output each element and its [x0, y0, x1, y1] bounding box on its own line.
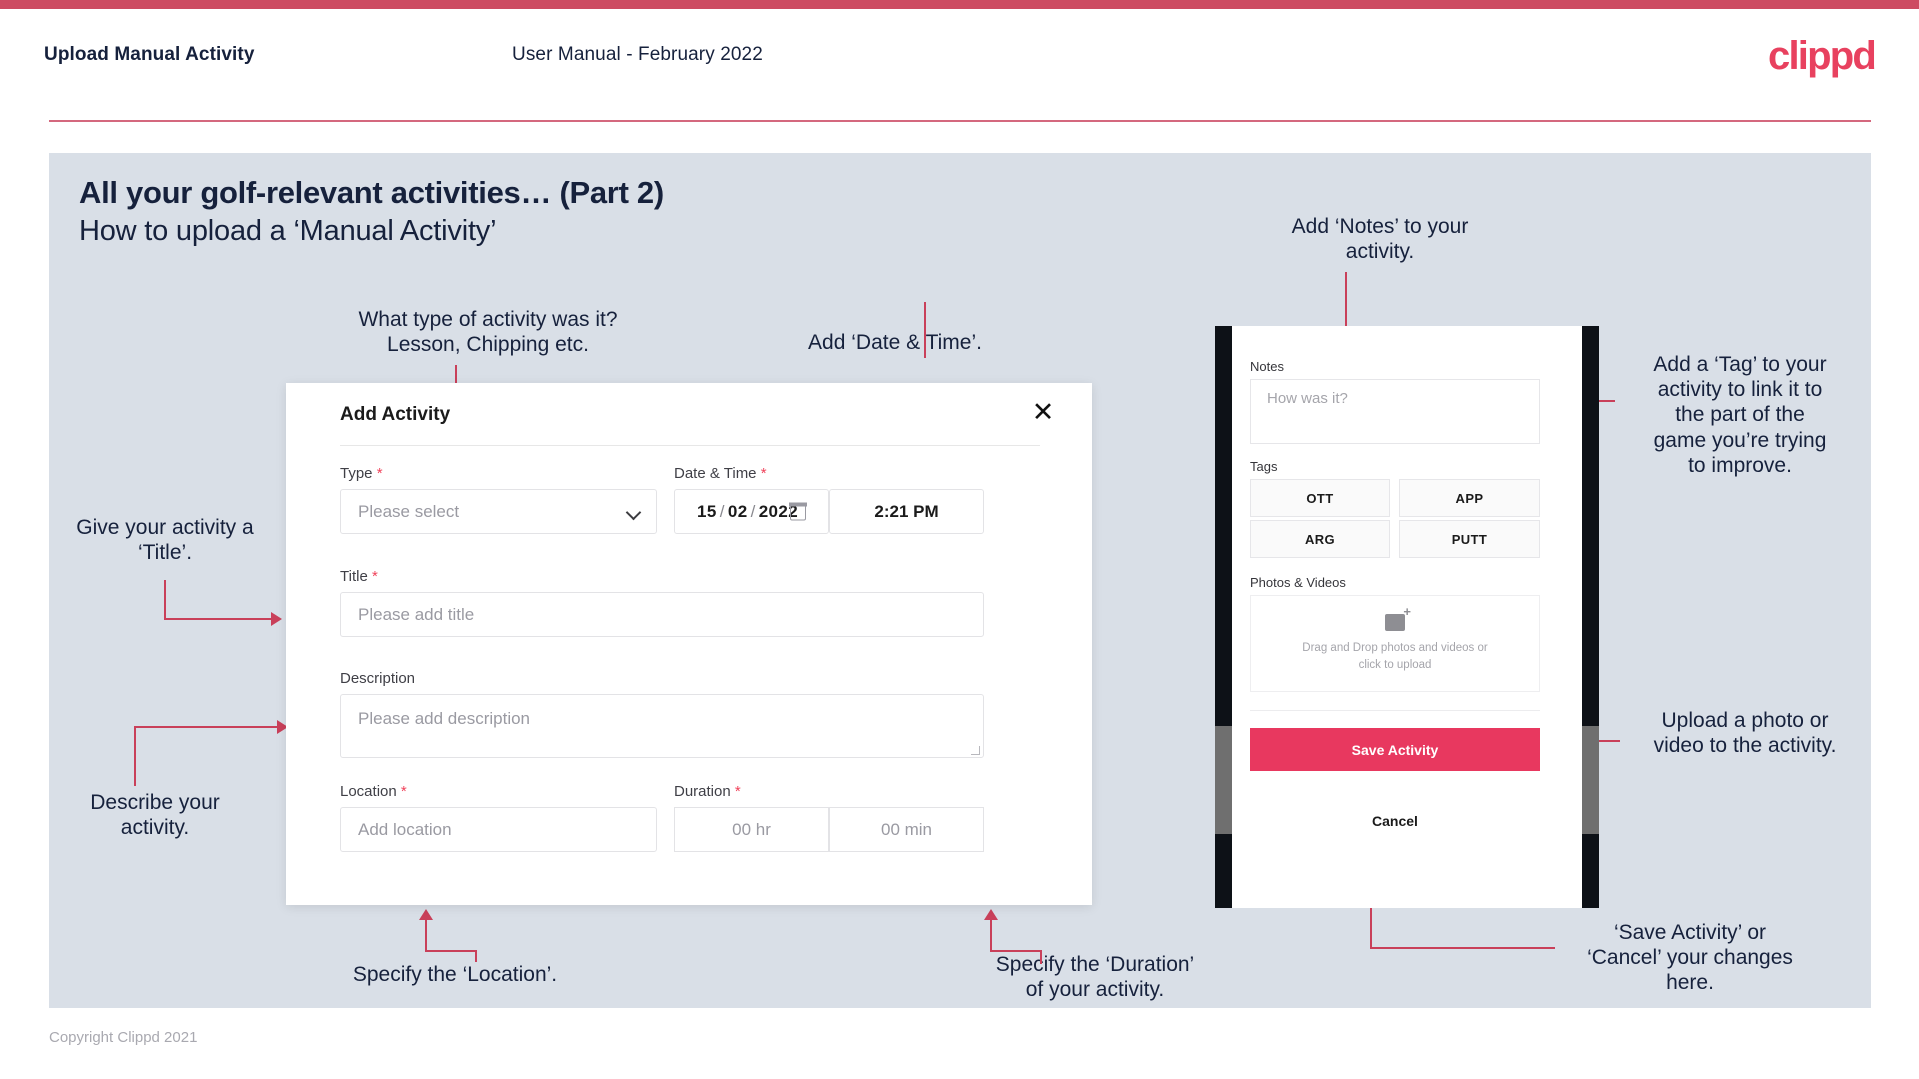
date-sep-1: / — [719, 501, 725, 521]
notes-placeholder: How was it? — [1267, 390, 1348, 407]
location-required-asterisk: * — [400, 783, 407, 800]
phone-right-grip — [1582, 726, 1599, 834]
description-textarea[interactable]: Please add description — [340, 694, 984, 758]
type-label-text: Type — [340, 465, 373, 482]
connector-loc-v2 — [475, 950, 477, 962]
connector-dt-stub — [924, 302, 926, 358]
header-subtitle: User Manual - February 2022 — [512, 44, 763, 65]
phone-mockup: Notes How was it? Tags OTT APP ARG PUTT … — [1215, 326, 1599, 908]
calendar-icon[interactable] — [789, 502, 807, 520]
annotation-notes: Add ‘Notes’ to your activity. — [1291, 215, 1469, 264]
description-label: Description — [340, 670, 416, 687]
annotation-tags: Add a ‘Tag’ to your activity to link it … — [1653, 353, 1827, 477]
dropzone-line-2: click to upload — [1358, 658, 1432, 671]
tag-arg[interactable]: ARG — [1250, 520, 1390, 558]
header-divider — [49, 120, 1871, 122]
photo-dropzone[interactable]: Drag and Drop photos and videos or click… — [1250, 595, 1540, 692]
phone-left-bezel — [1215, 326, 1232, 908]
location-input[interactable]: Add location — [340, 807, 657, 852]
page-title: Upload Manual Activity — [44, 44, 255, 65]
connector-title-h — [164, 618, 274, 620]
connector-loc-v — [425, 918, 427, 952]
annotation-save-cancel: ‘Save Activity’ or ‘Cancel’ your changes… — [1587, 921, 1793, 995]
top-accent-strip — [0, 0, 1919, 9]
connector-save-h — [1370, 947, 1555, 949]
type-required-asterisk: * — [376, 465, 383, 482]
chevron-down-icon — [628, 506, 640, 518]
phone-screen: Notes How was it? Tags OTT APP ARG PUTT … — [1232, 326, 1582, 908]
date-sep-2: / — [750, 501, 756, 521]
connector-loc-h — [425, 950, 477, 952]
connector-dur-v2 — [1040, 950, 1042, 964]
arrow-duration — [984, 909, 998, 920]
notes-label: Notes — [1250, 359, 1284, 374]
annotation-location: Specify the ‘Location’. — [352, 963, 558, 986]
connector-desc-h — [134, 726, 280, 728]
duration-minutes-input[interactable]: 00 min — [829, 807, 984, 852]
resize-handle-icon[interactable] — [971, 746, 980, 755]
phone-left-grip — [1215, 726, 1232, 834]
dropzone-line-1: Drag and Drop photos and videos or — [1302, 641, 1488, 654]
arrow-title — [271, 612, 282, 626]
annotation-datetime: Add ‘Date & Time’. — [808, 331, 982, 354]
title-input[interactable]: Please add title — [340, 592, 984, 637]
slide-page: Upload Manual Activity User Manual - Feb… — [0, 0, 1919, 1079]
title-required-asterisk: * — [371, 568, 378, 585]
connector-dur-h — [990, 950, 1042, 952]
cancel-button[interactable]: Cancel — [1250, 781, 1540, 861]
annotation-title: Give your activity a ‘Title’. — [76, 516, 254, 565]
location-label: Location * — [340, 783, 407, 800]
date-value: 15/02/2022 — [675, 502, 798, 522]
location-placeholder: Add location — [358, 819, 452, 839]
date-day: 15 — [697, 501, 717, 521]
annotation-description: Describe your activity. — [90, 791, 220, 840]
type-label: Type * — [340, 465, 383, 482]
slide-subtitle: How to upload a ‘Manual Activity’ — [79, 215, 497, 247]
duration-hours-input[interactable]: 00 hr — [674, 807, 829, 852]
connector-desc-v — [134, 726, 136, 786]
slide-title: All your golf-relevant activities… (Part… — [79, 175, 664, 210]
date-month: 02 — [727, 501, 748, 521]
datetime-label-text: Date & Time — [674, 465, 757, 482]
tag-putt[interactable]: PUTT — [1399, 520, 1540, 558]
dialog-header: Add Activity ✕ — [286, 383, 1092, 445]
annotation-upload: Upload a photo or video to the activity. — [1653, 709, 1837, 758]
date-input[interactable]: 15/02/2022 — [674, 489, 829, 534]
tag-ott[interactable]: OTT — [1250, 479, 1390, 517]
dialog-divider — [340, 445, 1040, 446]
photos-label: Photos & Videos — [1250, 575, 1346, 590]
time-input[interactable]: 2:21 PM — [829, 489, 984, 534]
description-placeholder: Please add description — [358, 709, 531, 728]
notes-textarea[interactable] — [1250, 379, 1540, 444]
clippd-logo: clippd — [1768, 34, 1877, 78]
annotation-duration: Specify the ‘Duration’ of your activity. — [995, 953, 1195, 1002]
footer-copyright: Copyright Clippd 2021 — [49, 1029, 198, 1046]
annotation-type: What type of activity was it? Lesson, Ch… — [358, 308, 618, 357]
duration-label: Duration * — [674, 783, 741, 800]
type-select[interactable]: Please select — [340, 489, 657, 534]
phone-divider — [1250, 710, 1540, 711]
title-label: Title * — [340, 568, 378, 585]
add-activity-dialog: Add Activity ✕ Type * Please select Date… — [286, 383, 1092, 905]
location-label-text: Location — [340, 783, 397, 800]
dialog-title: Add Activity — [340, 404, 451, 425]
connector-title-v — [164, 580, 166, 620]
tag-app[interactable]: APP — [1399, 479, 1540, 517]
phone-right-bezel — [1582, 326, 1599, 908]
duration-required-asterisk: * — [734, 783, 741, 800]
close-icon[interactable]: ✕ — [1026, 395, 1060, 429]
duration-label-text: Duration — [674, 783, 731, 800]
save-activity-button[interactable]: Save Activity — [1250, 728, 1540, 771]
arrow-location — [419, 909, 433, 920]
datetime-label: Date & Time * — [674, 465, 767, 482]
title-placeholder: Please add title — [358, 604, 475, 624]
title-label-text: Title — [340, 568, 368, 585]
connector-dur-v — [990, 918, 992, 952]
tags-label: Tags — [1250, 459, 1278, 474]
datetime-required-asterisk: * — [760, 465, 767, 482]
add-image-icon — [1385, 605, 1411, 631]
connector-notes-v — [1345, 272, 1347, 334]
type-placeholder: Please select — [358, 501, 460, 521]
